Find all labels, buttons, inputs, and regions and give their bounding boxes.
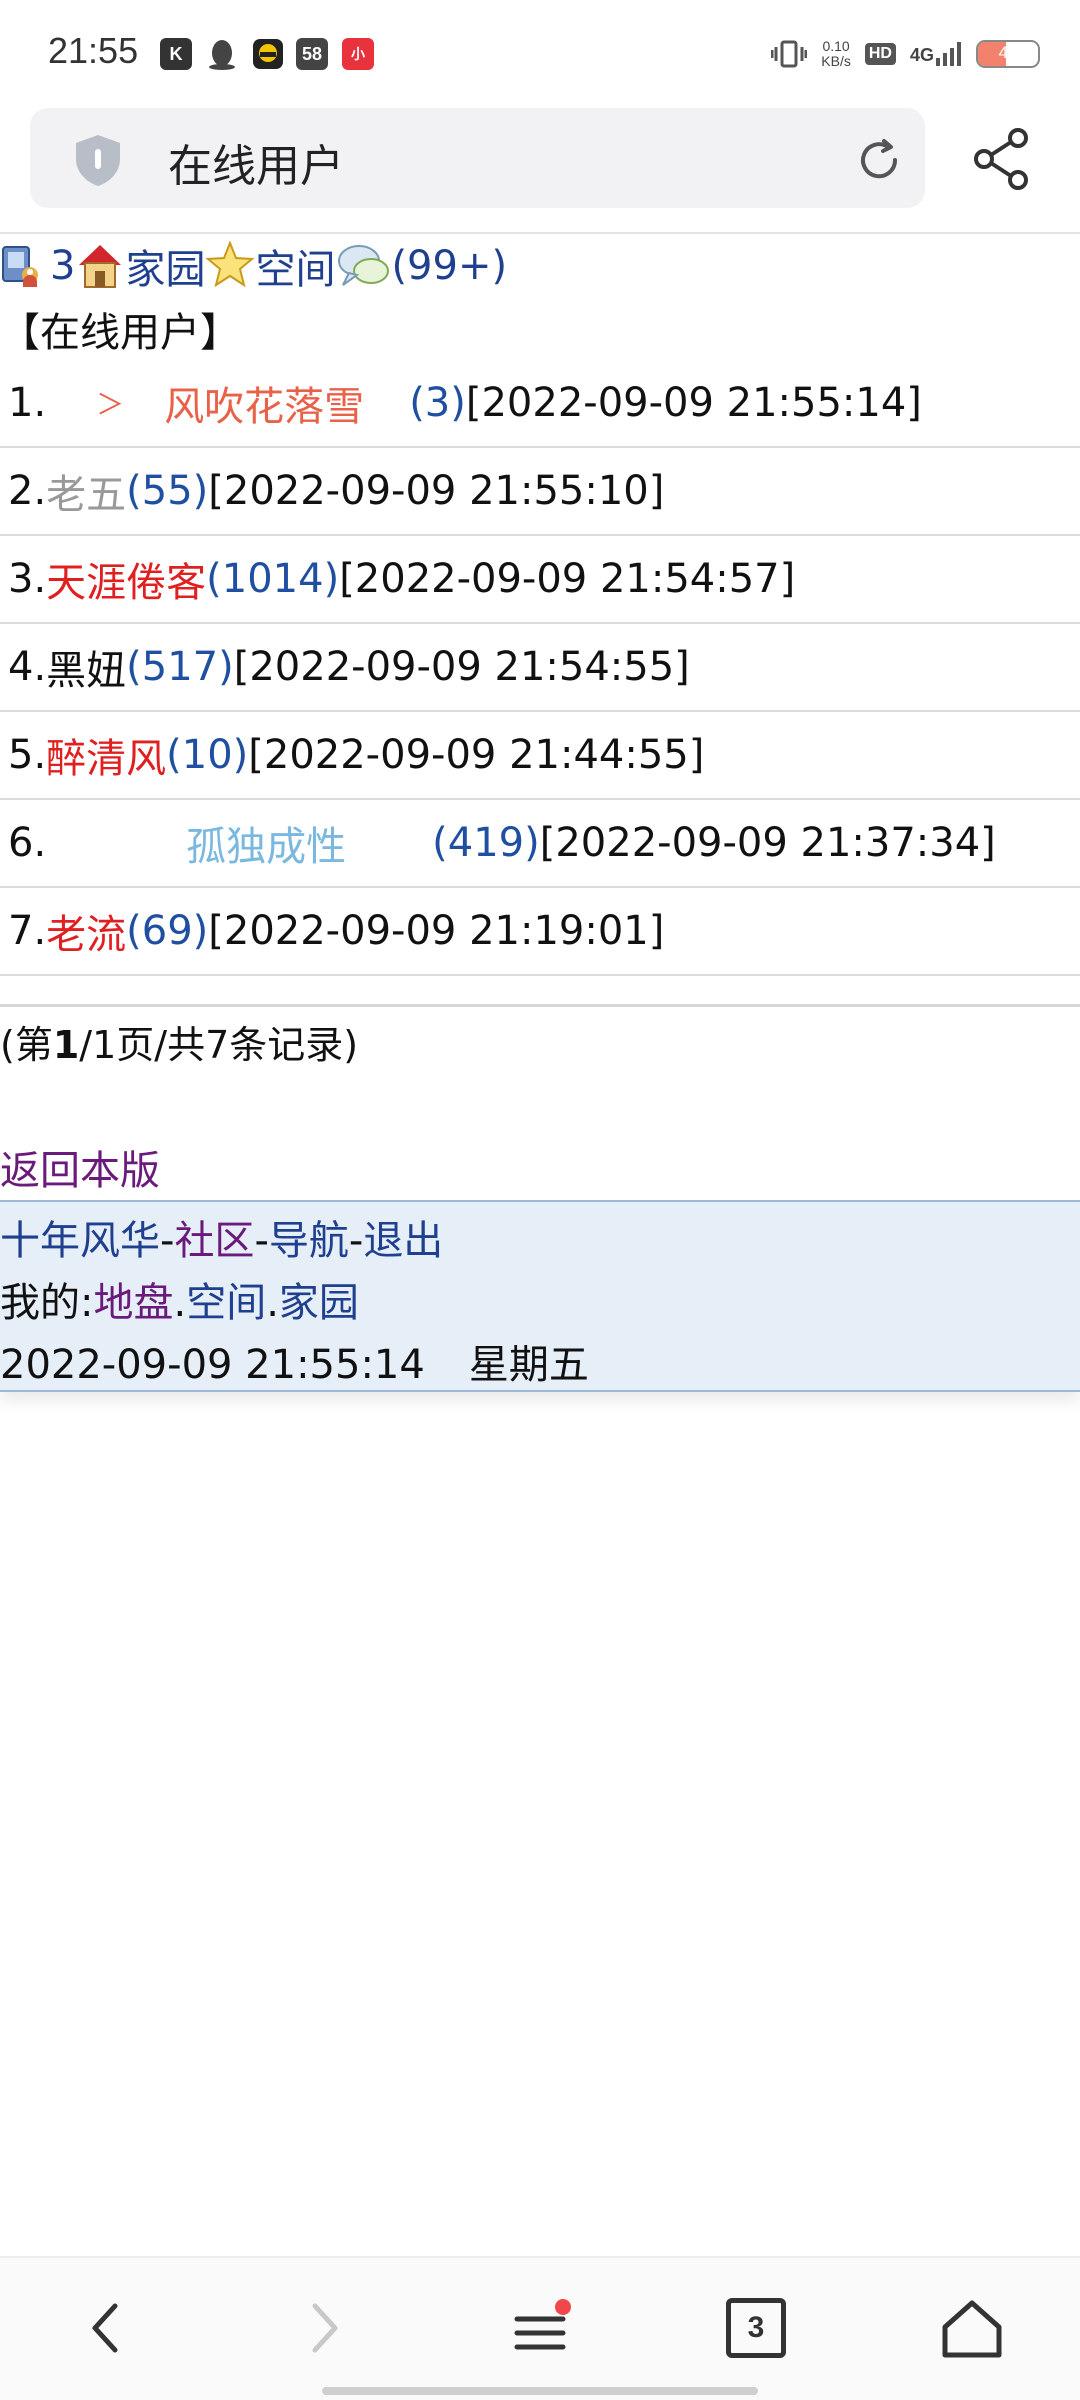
user-name-link[interactable]: 孤独成性 [186,814,346,872]
footer-panel: 十年风华-社区-导航-退出 我的:地盘.空间.家园 2022-09-09 21:… [0,1200,1080,1392]
reload-button[interactable] [851,132,907,188]
hd-badge: HD [864,43,896,65]
status-bar: 21:55 K 58 小 0.10 KB/s HD 4G 46 [0,0,1080,100]
user-name-link[interactable]: 老流 [46,902,126,960]
weekday: 星期五 [468,1342,589,1388]
table-row: 7. 老流 (69) [2022-09-09 21:19:01] [0,888,1080,976]
user-name-link[interactable]: 黑妞 [46,638,126,696]
navigation-link[interactable]: 导航 [269,1218,349,1264]
tab-count: 3 [747,2311,765,2344]
user-prefix-icon: ＞ [96,388,125,421]
user-post-count[interactable]: (517) [126,644,234,690]
user-post-count[interactable]: (1014) [206,556,339,602]
user-last-seen: [2022-09-09 21:44:55] [248,732,705,778]
my-space-link[interactable]: 空间 [186,1280,266,1326]
user-name-link[interactable]: 风吹花落雪 [164,374,364,432]
current-page: 1 [52,1023,80,1067]
red-app-icon: 小 [342,38,374,70]
user-name-link[interactable]: 天涯倦客 [46,550,206,608]
top-nav-row: 3 家园 空间 (99+) [0,234,1080,298]
page-title[interactable]: 在线用户 [168,130,344,194]
current-datetime: 2022-09-09 21:55:14 [0,1342,425,1388]
space-link[interactable]: 空间 [255,237,335,295]
taxi-app-icon [252,38,284,70]
address-bar[interactable]: 在线用户 [30,108,925,208]
user-post-count[interactable]: (55) [126,468,208,514]
k-app-icon: K [160,38,192,70]
back-button[interactable] [56,2278,156,2378]
table-row: 2. 老五 (55) [2022-09-09 21:55:10] [0,448,1080,536]
community-link[interactable]: 社区 [174,1218,254,1264]
online-users-icon[interactable] [0,239,50,293]
row-number: 5. [8,732,47,778]
user-last-seen: [2022-09-09 21:54:55] [233,644,690,690]
58-app-icon: 58 [296,38,328,70]
chat-bubble-icon [338,245,390,286]
status-right: 0.10 KB/s HD 4G 46 [771,34,1040,74]
user-last-seen: [2022-09-09 21:54:57] [339,556,796,602]
table-row: 1. ＞ 风吹花落雪 (3) [2022-09-09 21:55:14] [0,360,1080,448]
home-icon [79,245,122,288]
logout-link[interactable]: 退出 [363,1218,443,1264]
chevron-right-icon [312,2303,338,2353]
user-post-count[interactable]: (419) [432,820,540,866]
territory-link[interactable]: 地盘 [93,1280,173,1326]
net-speed: 0.10 KB/s [821,38,851,69]
user-post-count[interactable]: (3) [409,380,466,426]
share-icon[interactable] [968,124,1038,194]
table-row: 5. 醉清风 (10) [2022-09-09 21:44:55] [0,712,1080,800]
home-indicator[interactable] [322,2387,758,2395]
footer-nav-line: 十年风华-社区-导航-退出 [0,1218,444,1264]
user-post-count[interactable]: (10) [166,732,248,778]
vibrate-icon [771,40,808,68]
pagination-info: (第1/1页/共7条记录) [0,1023,359,1067]
user-list: 1. ＞ 风吹花落雪 (3) [2022-09-09 21:55:14] 2. … [0,360,1080,976]
tabs-button[interactable]: 3 [706,2278,806,2378]
home-link[interactable]: 家园 [125,237,205,295]
shield-icon[interactable] [70,132,126,188]
table-row: 6. 孤独成性 (419) [2022-09-09 21:37:34] [0,800,1080,888]
signal-icon: 4G [910,42,962,66]
row-number: 1. [8,380,47,426]
battery-icon: 46 [976,40,1040,68]
status-time: 21:55 [48,30,139,71]
user-last-seen: [2022-09-09 21:55:14] [465,380,922,426]
row-number: 3. [8,556,47,602]
row-number: 4. [8,644,47,690]
user-name-link[interactable]: 醉清风 [46,726,166,784]
messages-link[interactable]: (99+) [391,243,507,289]
back-to-board-link[interactable]: 返回本版 [0,1138,160,1196]
reload-icon [861,139,898,179]
user-post-count[interactable]: (69) [126,908,208,954]
online-count[interactable]: 3 [50,243,75,289]
mine-label: 我的: [0,1280,94,1326]
tabs-icon: 3 [726,2298,786,2358]
row-number: 2. [8,468,47,514]
row-number: 6. [8,820,47,866]
chevron-left-icon [92,2303,118,2353]
user-last-seen: [2022-09-09 21:37:34] [539,820,996,866]
home-nav-icon [942,2300,1002,2358]
star-icon [205,240,256,288]
browser-bottom-nav: 3 [0,2256,1080,2400]
user-last-seen: [2022-09-09 21:55:10] [208,468,665,514]
site-home-link[interactable]: 十年风华 [0,1218,160,1264]
home-button[interactable] [922,2278,1022,2378]
page-heading: 【在线用户】 [0,310,240,356]
user-name-link[interactable]: 老五 [46,462,126,520]
footer-datetime-line: 2022-09-09 21:55:14 星期五 [0,1332,589,1390]
qq-penguin-icon [206,38,238,70]
forward-button[interactable] [274,2278,374,2378]
table-row: 4. 黑妞 (517) [2022-09-09 21:54:55] [0,624,1080,712]
table-row: 3. 天涯倦客 (1014) [2022-09-09 21:54:57] [0,536,1080,624]
footer-mine-line: 我的:地盘.空间.家园 [0,1280,359,1326]
menu-icon [514,2299,571,2350]
row-number: 7. [8,908,47,954]
my-home-link[interactable]: 家园 [279,1280,359,1326]
user-last-seen: [2022-09-09 21:19:01] [208,908,665,954]
menu-button[interactable] [490,2278,590,2378]
list-bottom-divider [0,1004,1080,1007]
